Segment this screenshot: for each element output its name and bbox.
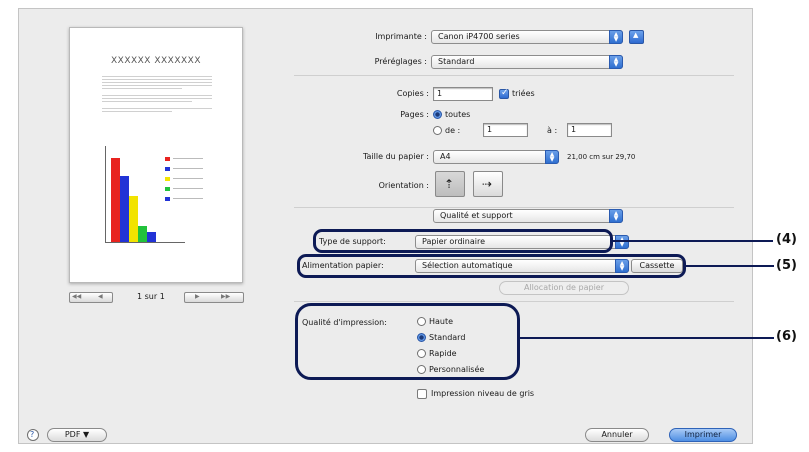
preview-doc-title: XXXXXX XXXXXXX — [110, 56, 201, 66]
paper-size-label: Taille du papier : — [362, 152, 429, 161]
copies-label: Copies : — [396, 89, 429, 98]
callout-leader-5 — [686, 265, 774, 267]
callout-box-paper-source — [297, 254, 686, 278]
preview-legend — [165, 154, 215, 203]
panel-select-value: Qualité et support — [440, 211, 513, 220]
disclosure-triangle-icon: ▲ — [633, 31, 639, 39]
grayscale-checkbox[interactable] — [417, 389, 427, 399]
callout-box-print-quality — [295, 303, 520, 380]
portrait-icon: ⇡ — [444, 177, 455, 191]
pdf-button[interactable]: PDF ▼ — [47, 428, 107, 442]
presets-select[interactable]: Standard ▲ ▼ — [431, 55, 623, 69]
landscape-icon: ⇢ — [482, 177, 493, 191]
preview-first-button[interactable]: ◀◀ — [72, 293, 81, 300]
orientation-label: Orientation : — [378, 181, 429, 190]
popup-arrows-icon: ▲▼ — [609, 30, 623, 44]
help-icon: ? — [30, 430, 35, 439]
pages-label: Pages : — [400, 110, 429, 119]
callout-label-4: (4) — [776, 232, 797, 247]
callout-leader-4 — [613, 240, 773, 242]
orientation-portrait-button[interactable]: ⇡ — [435, 171, 465, 197]
grayscale-label: Impression niveau de gris — [431, 389, 535, 398]
pages-range-radio[interactable] — [433, 126, 442, 135]
preview-last-button[interactable]: ▶▶ — [221, 293, 230, 300]
popup-arrows-icon: ▲▼ — [615, 235, 629, 249]
pages-from-label: de : — [445, 126, 461, 135]
preview-bar-blue-2 — [147, 232, 156, 242]
pages-to-input[interactable]: 1 — [567, 123, 612, 137]
paper-size-select[interactable]: A4 ▲ ▼ — [433, 150, 559, 164]
panel-select[interactable]: Qualité et support ▲ ▼ — [433, 209, 623, 223]
printer-select[interactable]: Canon iP4700 series ▲ ▼ — [431, 30, 623, 44]
orientation-landscape-button[interactable]: ⇢ — [473, 171, 503, 197]
presets-label: Préréglages : — [374, 57, 427, 66]
print-preview-page: XXXXXX XXXXXXX — [69, 27, 243, 283]
callout-label-5: (5) — [776, 258, 797, 273]
pages-to-label: à : — [547, 126, 558, 135]
preview-page-counter: 1 sur 1 — [137, 292, 165, 301]
pages-all-label: toutes — [445, 110, 471, 119]
presets-value: Standard — [438, 57, 475, 66]
collated-label: triées — [512, 89, 535, 98]
preview-chart-axis-x — [105, 242, 185, 243]
preview-chart — [105, 146, 225, 246]
divider — [294, 301, 734, 302]
divider — [294, 207, 734, 208]
preview-chart-axis — [105, 146, 106, 242]
popup-arrows-icon: ▲▼ — [545, 150, 559, 164]
preview-bar-green — [138, 226, 147, 242]
pages-from-input[interactable]: 1 — [483, 123, 528, 137]
preview-nav-forward-group: ▶ ▶▶ — [184, 292, 244, 303]
preview-bar-blue — [120, 176, 129, 242]
collated-checkbox[interactable] — [499, 88, 509, 99]
divider — [294, 75, 734, 76]
preview-text-lines — [102, 76, 212, 114]
popup-arrows-icon: ▲▼ — [609, 209, 623, 223]
paper-size-value: A4 — [440, 152, 451, 161]
pages-all-radio[interactable] — [433, 110, 442, 119]
preview-nav-back-group: ◀◀ ◀ — [69, 292, 113, 303]
preview-prev-button[interactable]: ◀ — [98, 293, 103, 300]
copies-input[interactable]: 1 — [433, 87, 493, 101]
preview-bar-red — [111, 158, 120, 242]
paper-size-dimensions: 21,00 cm sur 29,70 — [567, 153, 636, 161]
callout-label-6: (6) — [776, 329, 797, 344]
callout-box-media-type — [313, 229, 613, 253]
preview-next-button[interactable]: ▶ — [195, 293, 200, 300]
printer-disclosure-button[interactable]: ▲ — [629, 30, 644, 44]
printer-value: Canon iP4700 series — [438, 32, 520, 41]
printer-label: Imprimante : — [375, 32, 427, 41]
popup-arrows-icon: ▲▼ — [609, 55, 623, 69]
callout-leader-6 — [520, 337, 774, 339]
help-button[interactable]: ? — [27, 429, 39, 441]
print-button[interactable]: Imprimer — [669, 428, 737, 442]
paper-allocation-button[interactable]: Allocation de papier — [499, 281, 629, 295]
preview-bar-yellow — [129, 196, 138, 242]
cancel-button[interactable]: Annuler — [585, 428, 649, 442]
